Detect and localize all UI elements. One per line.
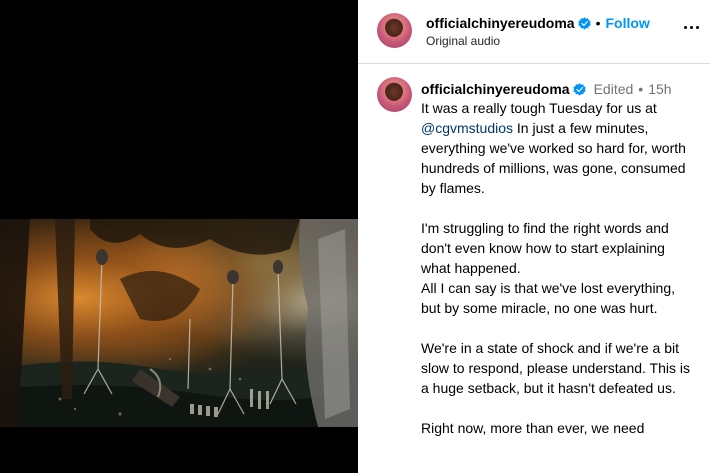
edited-label: Edited	[593, 81, 634, 97]
verified-badge-icon	[572, 82, 586, 96]
video-frame-burned-studio[interactable]	[0, 219, 358, 427]
caption-line1-pre: It was a really tough Tuesday for us at	[421, 100, 657, 116]
separator-dot: •	[638, 81, 644, 97]
caption-text: It was a really tough Tuesday for us at …	[421, 98, 696, 458]
video-player[interactable]	[0, 0, 358, 473]
post-side-panel: officialchinyereudoma • Follow Original …	[358, 0, 710, 473]
caption-paragraph-1: It was a really tough Tuesday for us at …	[421, 98, 696, 198]
verified-badge-icon	[577, 16, 591, 30]
burned-studio-scene	[0, 219, 358, 427]
caption-paragraph-2b: All I can say is that we've lost everyth…	[421, 280, 676, 316]
header-user-row: officialchinyereudoma • Follow	[426, 15, 650, 31]
caption-avatar[interactable]	[377, 77, 412, 112]
avatar[interactable]	[377, 13, 412, 48]
original-audio-link[interactable]: Original audio	[426, 34, 500, 48]
caption-username[interactable]: officialchinyereudoma	[421, 81, 570, 97]
caption-paragraph-3: We're in a state of shock and if we're a…	[421, 340, 691, 396]
separator-dot: •	[595, 15, 601, 31]
follow-button[interactable]: Follow	[606, 15, 650, 31]
caption-paragraph-2: I'm struggling to find the right words a…	[421, 220, 669, 276]
caption-paragraph-4: Right now, more than ever, we need	[421, 420, 645, 436]
post-header: officialchinyereudoma • Follow Original …	[358, 0, 710, 64]
mention-link[interactable]: @cgvmstudios	[421, 120, 513, 136]
post-timestamp[interactable]: 15h	[648, 81, 671, 97]
header-username[interactable]: officialchinyereudoma	[426, 15, 575, 31]
more-options-icon[interactable]	[680, 16, 702, 38]
caption-head: officialchinyereudoma Edited • 15h	[421, 81, 672, 97]
caption-area: officialchinyereudoma Edited • 15h It wa…	[358, 64, 710, 473]
